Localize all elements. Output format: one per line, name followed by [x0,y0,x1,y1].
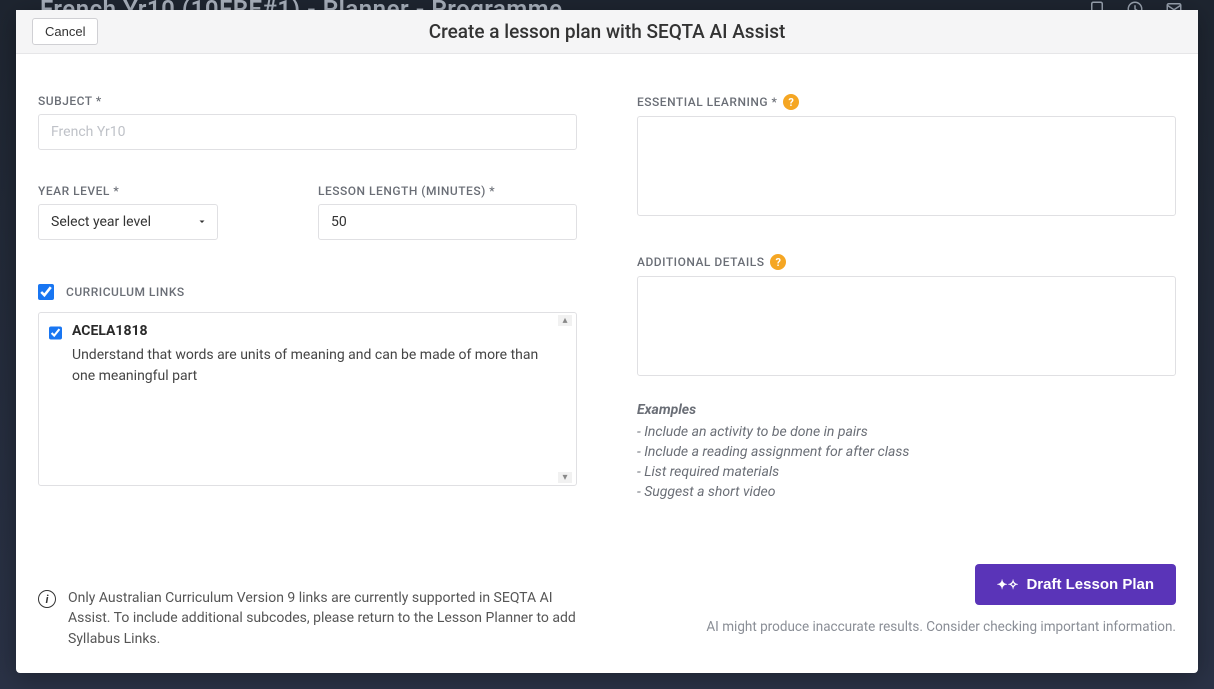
sparkle-icon: ✦✧ [997,577,1019,593]
scroll-up-icon[interactable]: ▴ [558,315,572,326]
curriculum-links-label: CURRICULUM LINKS [66,285,185,299]
example-item: - Include an activity to be done in pair… [637,424,1176,440]
create-lesson-modal: Cancel Create a lesson plan with SEQTA A… [16,10,1198,673]
scroll-down-icon[interactable]: ▾ [558,472,572,483]
footer-note: Only Australian Curriculum Version 9 lin… [68,588,598,649]
curriculum-code: ACELA1818 [72,323,552,339]
curriculum-links-checkbox[interactable] [38,284,54,300]
subject-label: SUBJECT * [38,94,577,108]
footer-actions: ✦✧ Draft Lesson Plan AI might produce in… [706,560,1176,635]
year-level-label: YEAR LEVEL * [38,184,298,198]
essential-learning-label: ESSENTIAL LEARNING * ? [637,94,1176,110]
curriculum-block: CURRICULUM LINKS ▴ ACELA1818 Understand … [38,284,577,486]
left-column: SUBJECT * YEAR LEVEL * Select year level [38,94,577,560]
year-level-select[interactable]: Select year level [38,204,218,240]
modal-header: Cancel Create a lesson plan with SEQTA A… [16,10,1198,54]
footer-info: i Only Australian Curriculum Version 9 l… [38,560,598,649]
essential-learning-textarea[interactable] [637,116,1176,216]
lesson-length-label: LESSON LENGTH (MINUTES) * [318,184,577,198]
help-icon[interactable]: ? [783,94,799,110]
examples-block: Examples - Include an activity to be don… [637,402,1176,504]
example-item: - List required materials [637,464,1176,480]
year-length-row: YEAR LEVEL * Select year level LESSON LE… [38,184,577,240]
draft-lesson-plan-button[interactable]: ✦✧ Draft Lesson Plan [975,564,1176,605]
curriculum-description: Understand that words are units of meani… [72,345,552,387]
cancel-button[interactable]: Cancel [32,18,98,45]
curriculum-list-box[interactable]: ▴ ACELA1818 Understand that words are un… [38,312,577,486]
additional-details-label: ADDITIONAL DETAILS ? [637,254,1176,270]
field-subject: SUBJECT * [38,94,577,150]
field-additional-details: ADDITIONAL DETAILS ? [637,254,1176,380]
curriculum-item-checkbox[interactable] [49,325,62,341]
lesson-length-input[interactable] [318,204,577,240]
examples-list: - Include an activity to be done in pair… [637,424,1176,500]
draft-button-label: Draft Lesson Plan [1026,576,1154,593]
field-essential-learning: ESSENTIAL LEARNING * ? [637,94,1176,220]
right-column: ESSENTIAL LEARNING * ? ADDITIONAL DETAIL… [637,94,1176,560]
modal-title: Create a lesson plan with SEQTA AI Assis… [16,20,1198,43]
subject-input[interactable] [38,114,577,150]
field-year-level: YEAR LEVEL * Select year level [38,184,298,240]
example-item: - Include a reading assignment for after… [637,444,1176,460]
modal-body: SUBJECT * YEAR LEVEL * Select year level [16,54,1198,560]
info-icon: i [38,590,56,608]
field-lesson-length: LESSON LENGTH (MINUTES) * [318,184,577,240]
examples-title: Examples [637,402,1176,418]
additional-details-textarea[interactable] [637,276,1176,376]
curriculum-item: ACELA1818 Understand that words are unit… [49,323,552,387]
ai-disclaimer: AI might produce inaccurate results. Con… [706,619,1176,635]
modal-footer: i Only Australian Curriculum Version 9 l… [16,560,1198,673]
help-icon[interactable]: ? [770,254,786,270]
example-item: - Suggest a short video [637,484,1176,500]
